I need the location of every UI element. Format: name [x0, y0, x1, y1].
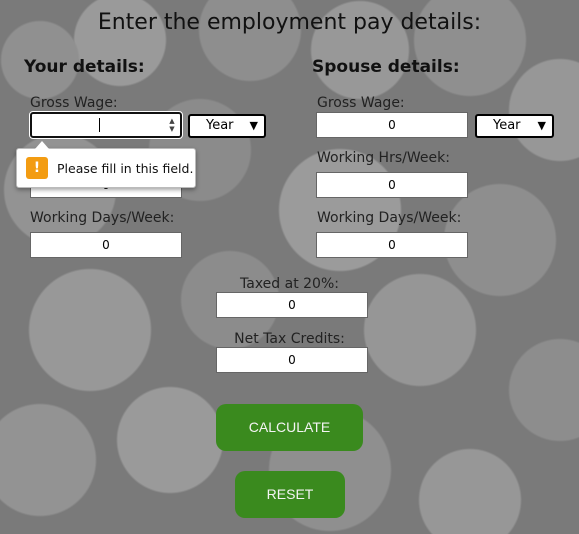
chevron-down-icon: ▼ [537, 119, 546, 132]
validation-tooltip: ! Please fill in this field. [16, 141, 196, 188]
taxed-value: 0 [288, 298, 296, 312]
taxed-input[interactable]: 0 [216, 292, 368, 318]
spouse-working-hours-label: Working Hrs/Week: [317, 150, 450, 166]
chevron-down-icon: ▼ [249, 119, 258, 132]
spouse-gross-wage-label: Gross Wage: [317, 95, 405, 111]
spouse-working-days-value: 0 [388, 238, 396, 252]
page-title: Enter the employment pay details: [97, 10, 482, 35]
net-tax-credits-label: Net Tax Credits: [234, 331, 345, 347]
spouse-period-select[interactable]: Year ▼ [475, 114, 554, 138]
your-working-days-value: 0 [102, 238, 110, 252]
tooltip-text: Please fill in this field. [57, 161, 194, 176]
your-period-value: Year [206, 118, 234, 133]
warning-icon: ! [26, 157, 48, 179]
spouse-details-heading: Spouse details: [312, 57, 460, 77]
spouse-gross-wage-input[interactable]: 0 [316, 112, 468, 138]
spouse-gross-wage-value: 0 [388, 118, 396, 132]
your-period-select[interactable]: Year ▼ [188, 114, 266, 138]
spouse-period-value: Year [493, 118, 521, 133]
your-working-days-label: Working Days/Week: [30, 210, 175, 226]
spouse-working-hours-input[interactable]: 0 [316, 172, 468, 198]
net-tax-credits-input[interactable]: 0 [216, 347, 368, 373]
your-working-days-input[interactable]: 0 [30, 232, 182, 258]
spouse-working-hours-value: 0 [388, 178, 396, 192]
spouse-working-days-input[interactable]: 0 [316, 232, 468, 258]
net-tax-credits-value: 0 [288, 353, 296, 367]
taxed-label: Taxed at 20%: [240, 276, 339, 292]
number-spinner[interactable]: ▲ ▼ [168, 117, 176, 133]
your-gross-wage-input[interactable]: ▲ ▼ [29, 111, 183, 139]
calculate-button[interactable]: CALCULATE [216, 404, 363, 451]
reset-button[interactable]: RESET [235, 471, 345, 518]
text-caret [99, 118, 100, 132]
spouse-working-days-label: Working Days/Week: [317, 210, 462, 226]
your-gross-wage-label: Gross Wage: [30, 95, 118, 111]
your-details-heading: Your details: [24, 57, 145, 77]
